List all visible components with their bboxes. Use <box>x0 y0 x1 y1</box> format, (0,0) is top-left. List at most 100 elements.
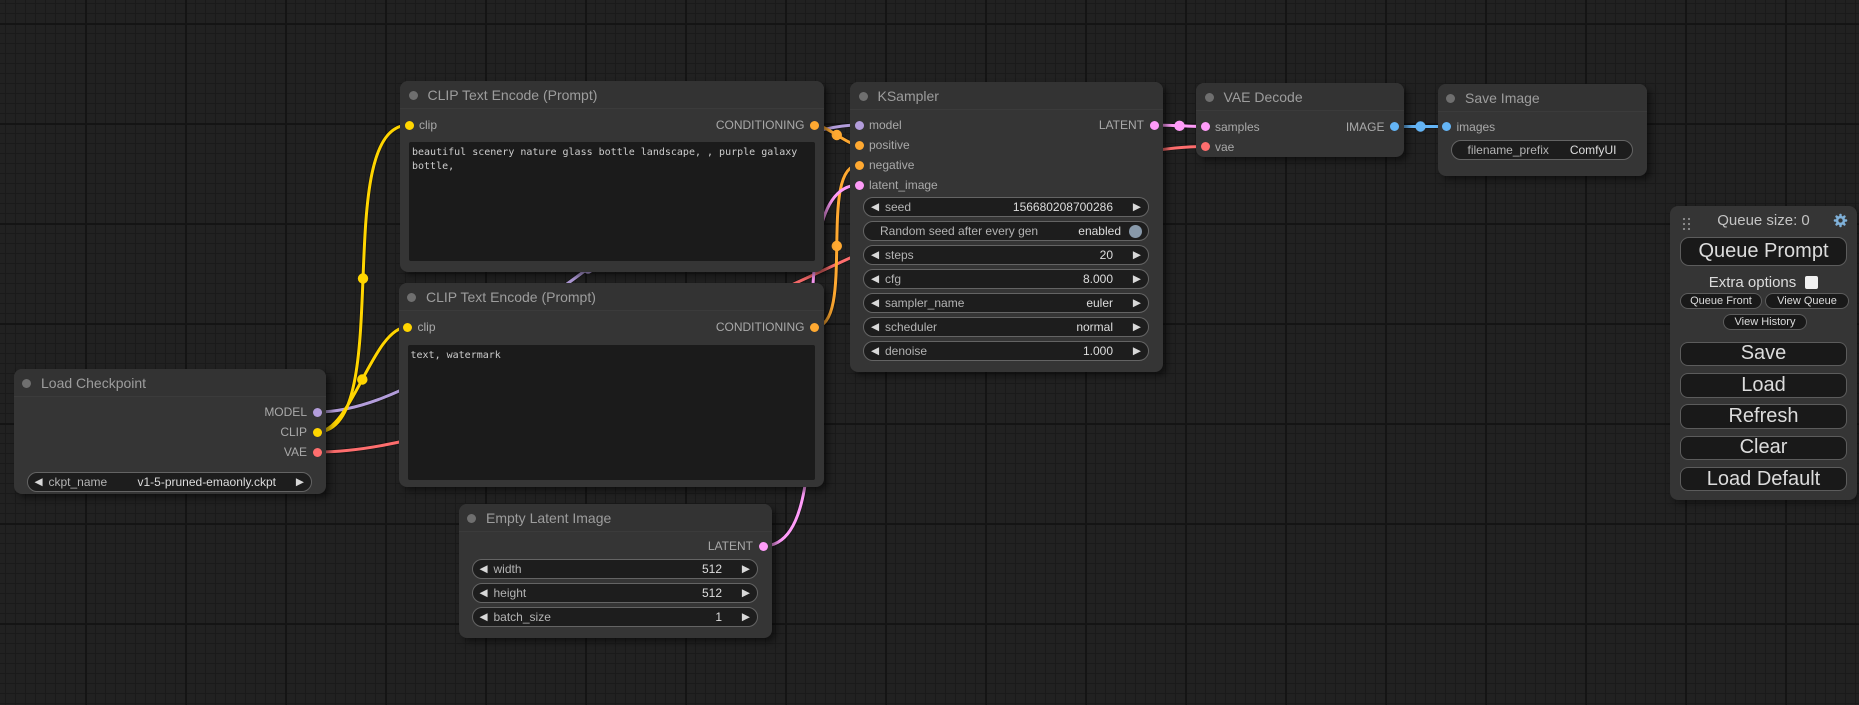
clear-button[interactable]: Clear <box>1680 436 1847 461</box>
input-label: latent_image <box>869 178 938 192</box>
node-title-bar[interactable]: Empty Latent Image <box>459 504 773 532</box>
latent-port-icon[interactable] <box>855 181 864 190</box>
node-clip-text-encode-positive[interactable]: CLIP Text Encode (Prompt) clip CONDITION… <box>400 81 824 272</box>
widget-label: sampler_name <box>885 294 964 312</box>
extra-options-checkbox[interactable] <box>1805 276 1818 289</box>
next-value-arrow-icon[interactable]: ▶ <box>1133 318 1141 337</box>
vae-port-icon[interactable] <box>1201 142 1210 151</box>
prev-value-arrow-icon[interactable]: ◀ <box>480 608 488 627</box>
collapse-dot-icon[interactable] <box>409 91 418 100</box>
prev-value-arrow-icon[interactable]: ◀ <box>871 270 879 289</box>
prev-value-arrow-icon[interactable]: ◀ <box>871 246 879 265</box>
model-port-icon[interactable] <box>855 121 864 130</box>
node-ksampler[interactable]: KSampler model positive negative latent_… <box>850 82 1163 372</box>
graph-canvas[interactable]: Load Checkpoint MODEL CLIP VAE ◀ ckpt_na… <box>0 0 1859 705</box>
widget-scheduler[interactable]: ◀ scheduler normal ▶ <box>863 317 1149 337</box>
widget-label: scheduler <box>885 318 937 336</box>
input-slot: latent_image <box>850 175 938 195</box>
widget-filename-prefix[interactable]: filename_prefix ComfyUI <box>1451 140 1633 160</box>
widget-batch-size[interactable]: ◀ batch_size 1 ▶ <box>472 607 759 627</box>
prev-value-arrow-icon[interactable]: ◀ <box>871 198 879 217</box>
next-value-arrow-icon[interactable]: ▶ <box>1133 294 1141 313</box>
node-title-bar[interactable]: VAE Decode <box>1196 83 1404 111</box>
prev-value-arrow-icon[interactable]: ◀ <box>35 473 43 492</box>
node-save-image[interactable]: Save Image images filename_prefix ComfyU… <box>1438 84 1647 176</box>
next-value-arrow-icon[interactable]: ▶ <box>296 473 304 492</box>
prev-value-arrow-icon[interactable]: ◀ <box>871 342 879 361</box>
output-label: IMAGE <box>1346 120 1385 134</box>
conditioning-port-icon[interactable] <box>810 121 819 130</box>
vae-port-icon[interactable] <box>313 448 322 457</box>
prompt-textarea[interactable]: text, watermark <box>408 345 816 480</box>
settings-gear-icon[interactable] <box>1833 213 1848 228</box>
collapse-dot-icon[interactable] <box>467 514 476 523</box>
widget-width[interactable]: ◀ width 512 ▶ <box>472 559 759 579</box>
image-port-icon[interactable] <box>1390 122 1399 131</box>
output-slot: CLIP <box>280 422 326 442</box>
latent-port-icon[interactable] <box>1150 121 1159 130</box>
widget-denoise[interactable]: ◀ denoise 1.000 ▶ <box>863 341 1149 361</box>
clip-port-icon[interactable] <box>405 121 414 130</box>
node-empty-latent-image[interactable]: Empty Latent Image LATENT ◀ width 512 ▶ … <box>459 504 773 638</box>
toggle-on-icon[interactable] <box>1129 225 1142 238</box>
node-title-bar[interactable]: CLIP Text Encode (Prompt) <box>399 283 824 311</box>
link-dot <box>357 374 367 384</box>
widget-value: v1-5-pruned-emaonly.ckpt <box>137 473 276 491</box>
input-slot: images <box>1438 117 1496 137</box>
widget-random-seed-toggle[interactable]: Random seed after every gen enabled <box>863 221 1149 241</box>
next-value-arrow-icon[interactable]: ▶ <box>1133 342 1141 361</box>
clip-port-icon[interactable] <box>313 428 322 437</box>
prev-value-arrow-icon[interactable]: ◀ <box>480 584 488 603</box>
widget-value: ComfyUI <box>1570 141 1617 159</box>
collapse-dot-icon[interactable] <box>407 293 416 302</box>
conditioning-port-icon[interactable] <box>855 161 864 170</box>
next-value-arrow-icon[interactable]: ▶ <box>742 560 750 579</box>
latent-port-icon[interactable] <box>759 542 768 551</box>
prev-value-arrow-icon[interactable]: ◀ <box>871 294 879 313</box>
input-label: images <box>1457 120 1496 134</box>
node-title: CLIP Text Encode (Prompt) <box>426 283 596 311</box>
view-queue-button[interactable]: View Queue <box>1765 293 1849 309</box>
node-title-bar[interactable]: KSampler <box>850 82 1163 110</box>
node-title-bar[interactable]: CLIP Text Encode (Prompt) <box>400 81 824 109</box>
node-title-bar[interactable]: Save Image <box>1438 84 1647 112</box>
save-button[interactable]: Save <box>1680 342 1847 367</box>
view-history-button[interactable]: View History <box>1723 314 1807 330</box>
model-port-icon[interactable] <box>313 408 322 417</box>
queue-front-button[interactable]: Queue Front <box>1680 293 1762 309</box>
widget-seed[interactable]: ◀ seed 156680208700286 ▶ <box>863 197 1149 217</box>
load-default-button[interactable]: Load Default <box>1680 467 1847 492</box>
refresh-button[interactable]: Refresh <box>1680 404 1847 429</box>
load-button[interactable]: Load <box>1680 373 1847 398</box>
node-title-bar[interactable]: Load Checkpoint <box>14 369 327 397</box>
widget-sampler-name[interactable]: ◀ sampler_name euler ▶ <box>863 293 1149 313</box>
image-port-icon[interactable] <box>1442 122 1451 131</box>
clip-port-icon[interactable] <box>403 323 412 332</box>
latent-port-icon[interactable] <box>1201 122 1210 131</box>
next-value-arrow-icon[interactable]: ▶ <box>742 608 750 627</box>
prev-value-arrow-icon[interactable]: ◀ <box>871 318 879 337</box>
next-value-arrow-icon[interactable]: ▶ <box>1133 198 1141 217</box>
widget-height[interactable]: ◀ height 512 ▶ <box>472 583 759 603</box>
widget-steps[interactable]: ◀ steps 20 ▶ <box>863 245 1149 265</box>
collapse-dot-icon[interactable] <box>22 379 31 388</box>
next-value-arrow-icon[interactable]: ▶ <box>1133 246 1141 265</box>
prompt-textarea[interactable]: beautiful scenery nature glass bottle la… <box>409 142 815 261</box>
conditioning-port-icon[interactable] <box>810 323 819 332</box>
node-load-checkpoint[interactable]: Load Checkpoint MODEL CLIP VAE ◀ ckpt_na… <box>14 369 327 494</box>
widget-value: 512 <box>702 584 722 602</box>
collapse-dot-icon[interactable] <box>859 92 868 101</box>
collapse-dot-icon[interactable] <box>1205 93 1214 102</box>
next-value-arrow-icon[interactable]: ▶ <box>1133 270 1141 289</box>
conditioning-port-icon[interactable] <box>855 141 864 150</box>
widget-label: denoise <box>885 342 927 360</box>
prev-value-arrow-icon[interactable]: ◀ <box>480 560 488 579</box>
node-vae-decode[interactable]: VAE Decode samples vae IMAGE <box>1196 83 1404 157</box>
collapse-dot-icon[interactable] <box>1446 94 1455 103</box>
queue-prompt-button[interactable]: Queue Prompt <box>1680 237 1847 266</box>
node-clip-text-encode-negative[interactable]: CLIP Text Encode (Prompt) clip CONDITION… <box>399 283 824 487</box>
next-value-arrow-icon[interactable]: ▶ <box>742 584 750 603</box>
widget-cfg[interactable]: ◀ cfg 8.000 ▶ <box>863 269 1149 289</box>
widget-value: normal <box>1076 318 1113 336</box>
widget-ckpt-name[interactable]: ◀ ckpt_name v1-5-pruned-emaonly.ckpt ▶ <box>27 472 313 492</box>
